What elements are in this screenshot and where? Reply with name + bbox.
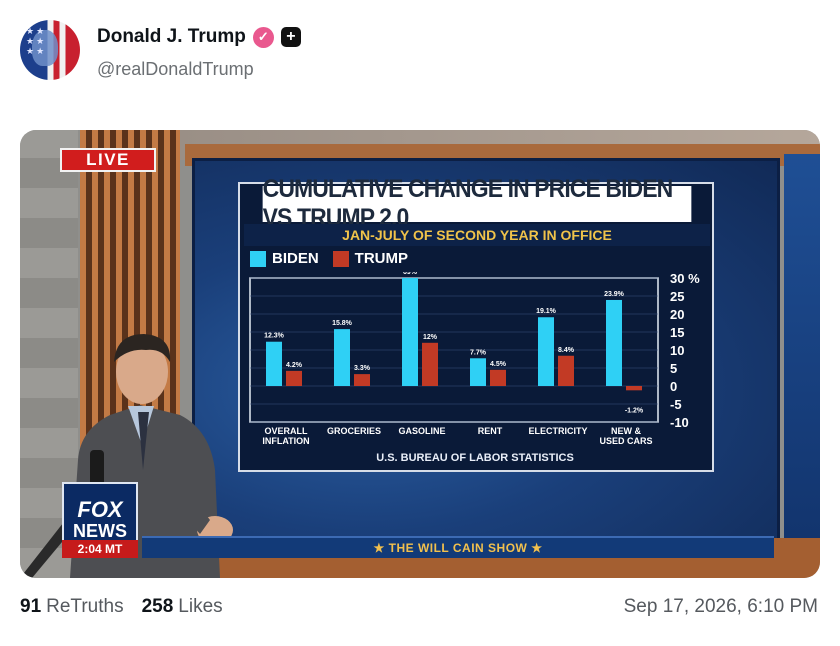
y-tick-label: 20: [670, 307, 684, 322]
chart-title: CUMULATIVE CHANGE IN PRICE BIDEN VS TRUM…: [262, 175, 692, 232]
data-label: 12.3%: [264, 333, 285, 340]
data-label: 12%: [423, 334, 438, 341]
y-tick-label: 5: [670, 361, 677, 376]
chart-source: U.S. BUREAU OF LABOR STATISTICS: [376, 452, 574, 464]
data-label: -1.2%: [625, 407, 644, 414]
verified-badge-icon: ✓: [252, 26, 274, 48]
bar-trump: [422, 342, 438, 386]
data-label: 19.1%: [536, 308, 557, 315]
data-label: 69%: [403, 272, 418, 276]
legend-label-biden: BIDEN: [272, 250, 319, 267]
likes-count[interactable]: 258: [142, 596, 174, 618]
avatar[interactable]: ★★ ★★ ★★: [20, 20, 80, 80]
x-tick-label: OVERALL: [264, 426, 308, 436]
y-tick-label: -10: [670, 415, 689, 430]
author-row: Donald J. Trump ✓ +: [97, 26, 301, 48]
x-tick-label: GROCERIES: [327, 426, 381, 436]
bar-trump: [558, 355, 574, 386]
x-tick-label: NEW &: [611, 426, 641, 436]
author-display-name[interactable]: Donald J. Trump: [97, 26, 246, 48]
post-timestamp[interactable]: Sep 17, 2026, 6:10 PM: [624, 596, 818, 618]
bar-biden: [606, 299, 622, 386]
y-tick-label: 30 %: [670, 272, 700, 286]
avatar-stars-icon: ★★ ★★ ★★: [26, 26, 47, 56]
legend-swatch-biden: [250, 250, 266, 267]
legend-label-trump: TRUMP: [354, 250, 408, 267]
chart-subtitle: JAN-JULY OF SECOND YEAR IN OFFICE: [244, 224, 710, 246]
broadcast-time: 2:04 MT: [62, 540, 138, 558]
post-footer: 91 ReTruths 258 Likes Sep 17, 2026, 6:10…: [20, 594, 820, 620]
bar-biden: [402, 278, 418, 386]
data-label: 15.8%: [332, 320, 353, 327]
x-tick-label: USED CARS: [599, 436, 652, 446]
x-tick-label: ELECTRICITY: [528, 426, 587, 436]
data-label: 23.9%: [604, 291, 625, 298]
legend-swatch-trump: [332, 250, 349, 267]
studio-screen-right: [784, 154, 820, 546]
show-name-banner: ★ THE WILL CAIN SHOW ★: [142, 536, 774, 558]
author-handle[interactable]: @realDonaldTrump: [97, 59, 254, 80]
y-tick-label: 25: [670, 289, 684, 304]
bar-trump: [490, 369, 506, 386]
y-tick-label: 10: [670, 343, 684, 358]
legend-item-biden: BIDEN: [250, 250, 319, 267]
data-label: 7.7%: [470, 349, 487, 356]
y-tick-label: -5: [670, 397, 682, 412]
y-tick-label: 0: [670, 379, 677, 394]
bar-biden: [538, 317, 554, 386]
chart-legend: BIDEN TRUMP: [250, 250, 408, 267]
post-media-image[interactable]: LIVE CUMULATIVE CHANGE IN PRICE BIDEN VS…: [20, 130, 820, 578]
data-label: 4.2%: [286, 362, 303, 369]
bar-biden: [334, 329, 350, 386]
x-tick-label: RENT: [478, 426, 503, 436]
retruths-count[interactable]: 91: [20, 596, 41, 618]
legend-item-trump: TRUMP: [332, 250, 408, 267]
plus-icon[interactable]: +: [280, 27, 301, 47]
retruths-label[interactable]: ReTruths: [46, 596, 123, 618]
fox-logo-bottom: NEWS: [73, 521, 127, 541]
data-label: 4.5%: [490, 361, 507, 368]
likes-label[interactable]: Likes: [178, 596, 222, 618]
bar-chart: 30 % 25 20 15 10 5 0 -5 -10 12.3% 4.2% OVERALLINFLA…: [249, 272, 700, 446]
bar-trump: [626, 386, 642, 391]
live-badge: LIVE: [60, 148, 156, 172]
bar-trump: [354, 374, 370, 386]
data-label: 8.4%: [558, 347, 575, 354]
x-tick-label: INFLATION: [262, 436, 309, 446]
fox-logo-top: FOX: [77, 497, 123, 522]
bar-biden: [266, 341, 282, 386]
y-tick-label: 15: [670, 325, 684, 340]
x-tick-label: GASOLINE: [398, 426, 445, 436]
bar-trump: [286, 370, 302, 386]
data-label: 3.3%: [354, 365, 371, 372]
bar-biden: [470, 358, 486, 386]
chart-panel: CUMULATIVE CHANGE IN PRICE BIDEN VS TRUM…: [238, 175, 714, 472]
